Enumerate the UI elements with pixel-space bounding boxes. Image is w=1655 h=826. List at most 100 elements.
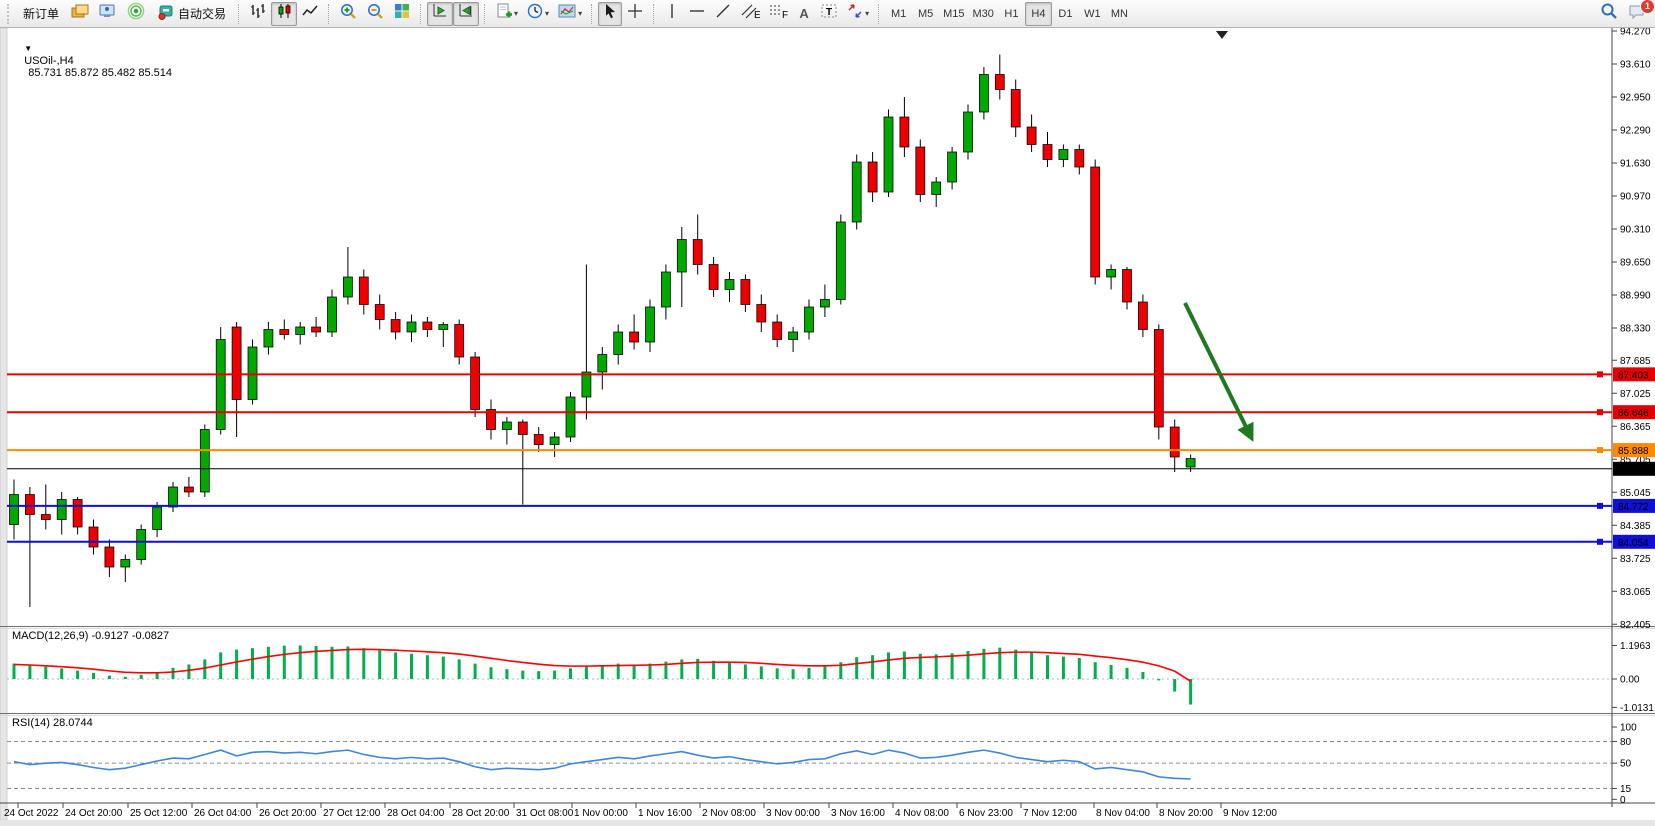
search-icon	[1599, 1, 1619, 26]
candle-body	[439, 325, 448, 330]
macd-histogram-bar	[442, 657, 445, 679]
candlestick-chart-button[interactable]	[271, 2, 297, 26]
timeframe-menu-button[interactable]: ▾	[522, 2, 553, 26]
market-watch-button[interactable]	[94, 2, 122, 26]
bar-chart-button[interactable]	[245, 2, 271, 26]
cursor-tool-button[interactable]	[598, 2, 622, 26]
timeframe-h1-button[interactable]: H1	[998, 2, 1025, 26]
timeframe-m5-button[interactable]: M5	[912, 2, 939, 26]
candle-body	[153, 507, 162, 530]
macd-histogram-bar	[1094, 662, 1097, 679]
macd-histogram-bar	[474, 664, 477, 679]
text-tool-button[interactable]: A	[792, 2, 816, 26]
notifications-button[interactable]: 1	[1623, 2, 1651, 26]
rsi-indicator-label: RSI(14) 28.0744	[12, 717, 93, 729]
toolbar-grip[interactable]	[7, 4, 13, 24]
vertical-line-tool-button[interactable]	[660, 2, 684, 26]
macd-histogram-bar	[267, 647, 270, 679]
candle-body	[375, 305, 384, 320]
candle-body	[534, 435, 543, 445]
chart-shift-button[interactable]	[453, 2, 479, 26]
level-line-handle[interactable]	[1597, 409, 1603, 415]
macd-histogram-bar	[1046, 655, 1049, 679]
candle-body	[312, 327, 321, 332]
time-axis-label: 28 Oct 04:00	[387, 808, 445, 819]
macd-histogram-bar	[458, 659, 461, 679]
candle-body	[328, 297, 337, 332]
price-tick-label: 85.045	[1620, 488, 1651, 499]
zoom-in-button[interactable]	[335, 2, 362, 26]
chart-profiles-button[interactable]	[66, 2, 94, 26]
macd-histogram-bar	[935, 654, 938, 679]
add-indicator-button[interactable]: ▾	[491, 2, 522, 26]
timeframe-mn-button[interactable]: MN	[1106, 2, 1133, 26]
crosshair-icon	[626, 2, 644, 25]
zoom-out-button[interactable]	[362, 2, 389, 26]
candle-body	[1170, 427, 1179, 457]
tile-windows-button[interactable]	[389, 2, 415, 26]
macd-histogram-bar	[760, 666, 763, 679]
toolbar-separator	[591, 4, 593, 24]
signals-button[interactable]	[122, 2, 150, 26]
search-button[interactable]	[1595, 2, 1623, 26]
auto-scroll-button[interactable]	[427, 2, 453, 26]
macd-histogram-bar	[601, 665, 604, 679]
timeframe-d1-button[interactable]: D1	[1052, 2, 1079, 26]
timeframe-m30-button[interactable]: M30	[969, 2, 998, 26]
candle-body	[10, 495, 19, 525]
auto-trading-button[interactable]: 自动交易	[150, 2, 233, 26]
text-label-tool-button[interactable]: T	[816, 2, 842, 26]
candle-body	[1138, 302, 1147, 330]
auto-trading-icon	[157, 3, 175, 24]
main-toolbar: 新订单 自动交易	[0, 0, 1655, 28]
price-chart-canvas[interactable]: 94.27093.61092.95092.29091.63090.97090.3…	[0, 0, 1655, 826]
macd-histogram-bar	[633, 664, 636, 679]
timeframe-m1-button[interactable]: M1	[885, 2, 912, 26]
new-order-button[interactable]: 新订单	[16, 2, 66, 26]
price-badge-label: 86.646	[1618, 408, 1649, 419]
level-line-handle[interactable]	[1597, 503, 1603, 509]
timeframe-m15-button[interactable]: M15	[939, 2, 968, 26]
bottom-window-edge	[0, 820, 1655, 826]
left-splitter[interactable]	[0, 28, 7, 820]
template-button[interactable]: ▾	[553, 2, 586, 26]
macd-histogram-bar	[1157, 679, 1160, 680]
horizontal-line-tool-button[interactable]	[684, 2, 710, 26]
chevron-down-icon[interactable]: ▾	[514, 9, 518, 18]
candle-body	[820, 300, 829, 308]
candle-body	[884, 117, 893, 192]
candle-body	[296, 327, 305, 335]
chevron-down-icon[interactable]: ▾	[578, 9, 582, 18]
price-tick-label: 89.650	[1620, 258, 1651, 269]
symbol-dropdown-icon[interactable]: ▼	[24, 44, 32, 53]
candle-body	[805, 307, 814, 332]
bar-chart-icon	[249, 2, 267, 25]
crosshair-tool-button[interactable]	[622, 2, 648, 26]
channel-tool-button[interactable]: E	[736, 2, 764, 26]
price-tick-label: 93.610	[1620, 60, 1651, 71]
macd-histogram-bar	[792, 669, 795, 679]
level-line-handle[interactable]	[1597, 539, 1603, 545]
macd-histogram-bar	[140, 675, 143, 679]
arrows-tool-button[interactable]: ▾	[842, 2, 873, 26]
macd-histogram-bar	[505, 669, 508, 679]
level-line-handle[interactable]	[1597, 371, 1603, 377]
macd-histogram-bar	[521, 671, 524, 679]
timeframe-w1-button[interactable]: W1	[1079, 2, 1106, 26]
macd-histogram-bar	[283, 646, 286, 679]
price-tick-label: 87.025	[1620, 389, 1651, 400]
trendline-tool-button[interactable]	[710, 2, 736, 26]
timeframe-h4-button[interactable]: H4	[1025, 2, 1052, 26]
macd-histogram-bar	[331, 647, 334, 679]
time-axis-label: 26 Oct 20:00	[259, 808, 317, 819]
macd-histogram-bar	[76, 671, 79, 679]
macd-histogram-bar	[92, 673, 95, 679]
candle-body	[995, 75, 1004, 90]
vertical-line-icon	[665, 2, 679, 25]
fibonacci-tool-button[interactable]: F	[764, 2, 792, 26]
chevron-down-icon[interactable]: ▾	[545, 9, 549, 18]
line-chart-button[interactable]	[297, 2, 323, 26]
level-line-handle[interactable]	[1597, 447, 1603, 453]
candle-body	[852, 162, 861, 222]
chevron-down-icon[interactable]: ▾	[865, 9, 869, 18]
